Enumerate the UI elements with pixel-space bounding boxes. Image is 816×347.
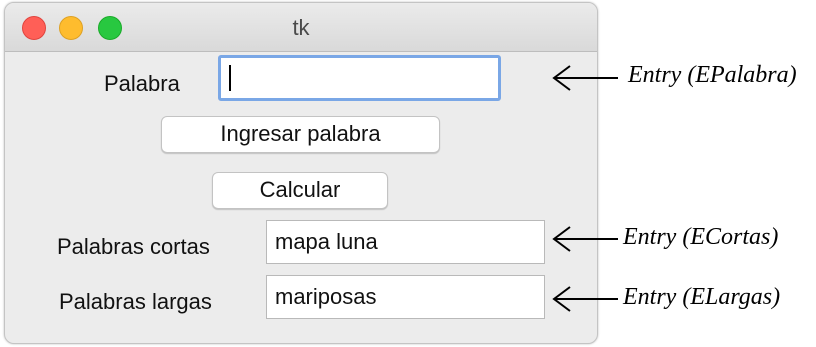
- annotation-epalabra: Entry (EPalabra): [628, 62, 797, 88]
- text-caret: [229, 65, 231, 91]
- ingresar-palabra-button[interactable]: Ingresar palabra: [161, 116, 440, 153]
- left-arrow-icon: [552, 286, 618, 312]
- palabras-largas-label: Palabras largas: [59, 289, 212, 314]
- palabras-cortas-entry[interactable]: mapa luna: [266, 220, 545, 264]
- palabra-entry[interactable]: [218, 55, 501, 101]
- calcular-button[interactable]: Calcular: [212, 172, 388, 209]
- left-arrow-icon: [552, 226, 618, 252]
- annotation-ecortas: Entry (ECortas): [623, 224, 779, 250]
- tk-window: tk Palabra Ingresar palabra Calcular Pal…: [4, 2, 598, 344]
- page: tk Palabra Ingresar palabra Calcular Pal…: [0, 0, 816, 347]
- palabras-largas-entry[interactable]: mariposas: [266, 275, 545, 319]
- palabra-label: Palabra: [104, 71, 180, 96]
- annotation-elargas: Entry (ELargas): [623, 284, 781, 310]
- title-bar[interactable]: tk: [5, 3, 597, 52]
- window-title: tk: [292, 15, 310, 40]
- palabras-cortas-label: Palabras cortas: [57, 234, 210, 259]
- left-arrow-icon: [552, 65, 618, 91]
